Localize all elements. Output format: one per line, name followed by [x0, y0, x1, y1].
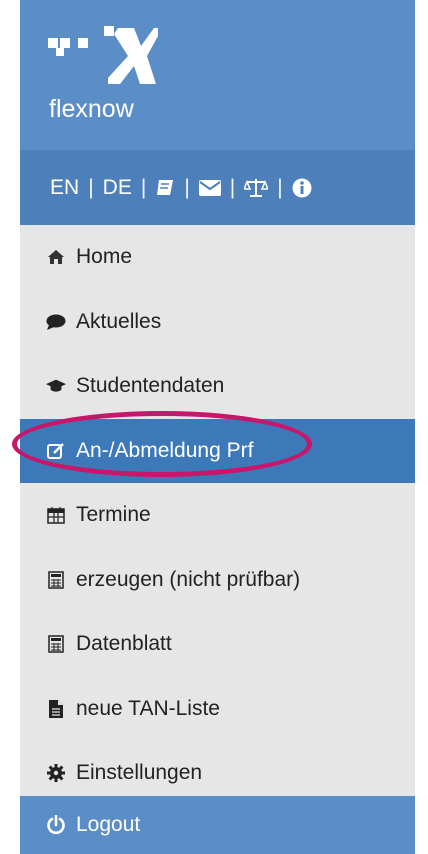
main-nav: Home Aktuelles Studentendaten An-/Abmeld…: [12, 225, 415, 806]
nav-item-label: Home: [76, 245, 133, 269]
separator: |: [88, 175, 94, 199]
separator: |: [277, 175, 283, 199]
logout-label: Logout: [76, 813, 141, 836]
nav-item-an-abmeldung[interactable]: An-/Abmeldung Prf: [12, 410, 415, 483]
logout-button[interactable]: Logout: [20, 796, 415, 854]
separator: |: [184, 175, 190, 199]
nav-item-label: erzeugen (nicht prüfbar): [76, 567, 301, 591]
lang-en-link[interactable]: EN: [50, 176, 79, 200]
nav-item-label: An-/Abmeldung Prf: [76, 438, 254, 462]
nav-item-studentendaten[interactable]: Studentendaten: [20, 354, 415, 419]
calendar-icon: [46, 505, 66, 525]
lang-de-link[interactable]: DE: [103, 176, 132, 200]
brand-name: flexnow: [49, 95, 134, 123]
calculator-icon: [46, 634, 66, 654]
nav-item-datenblatt[interactable]: Datenblatt: [20, 612, 415, 677]
home-icon: [46, 247, 66, 267]
nav-item-home[interactable]: Home: [20, 225, 415, 290]
graduation-cap-icon: [46, 376, 66, 396]
info-icon[interactable]: [292, 178, 312, 198]
nav-item-label: Einstellungen: [76, 761, 203, 785]
book-icon[interactable]: [155, 179, 175, 197]
balance-scale-icon[interactable]: [244, 178, 269, 198]
language-bar: EN | DE | | | |: [20, 150, 415, 225]
power-icon: [46, 815, 66, 835]
nav-item-label: Studentendaten: [76, 374, 225, 398]
cog-icon: [46, 763, 66, 783]
brand-header: flexnow: [20, 0, 415, 150]
nav-item-termine[interactable]: Termine: [20, 483, 415, 548]
calculator-icon: [46, 570, 66, 590]
sidebar: flexnow EN | DE | | | | Home Aktuelles S…: [12, 0, 415, 854]
separator: |: [140, 175, 147, 199]
comment-icon: [46, 312, 66, 332]
nav-item-tan-liste[interactable]: neue TAN-Liste: [20, 677, 415, 742]
nav-item-aktuelles[interactable]: Aktuelles: [20, 290, 415, 355]
nav-item-label: neue TAN-Liste: [76, 696, 220, 720]
edit-icon: [46, 441, 66, 461]
file-icon: [46, 699, 66, 719]
envelope-icon[interactable]: [198, 179, 221, 196]
nav-item-label: Aktuelles: [76, 309, 162, 333]
separator: |: [229, 175, 236, 199]
nav-item-erzeugen[interactable]: erzeugen (nicht prüfbar): [20, 548, 415, 613]
nav-item-label: Datenblatt: [76, 632, 172, 656]
nav-item-label: Termine: [76, 503, 151, 527]
